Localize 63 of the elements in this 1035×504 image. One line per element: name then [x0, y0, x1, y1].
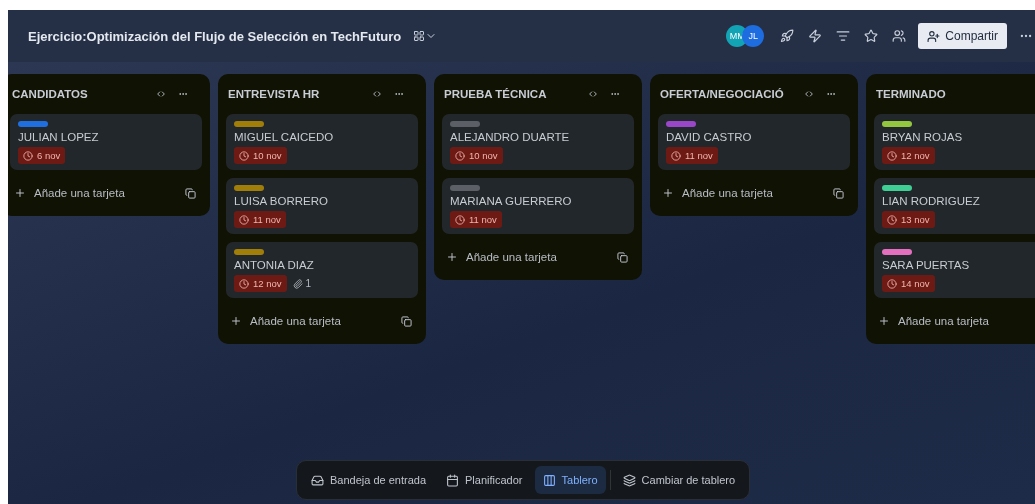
due-date-badge: 14 nov — [882, 275, 935, 292]
add-card-button[interactable]: Añade una tarjeta — [662, 187, 831, 199]
card-title: LIAN RODRIGUEZ — [882, 195, 981, 207]
due-date-badge: 6 nov — [18, 147, 66, 164]
card-title: LUISA BORRERO — [234, 195, 329, 207]
card-title: BRYAN ROJAS — [882, 131, 964, 143]
calendar-icon — [446, 473, 460, 487]
due-date-badge: 10 nov — [450, 147, 503, 164]
due-date-badge: 11 nov — [666, 147, 718, 164]
nav-tab[interactable]: Tablero — [534, 466, 606, 494]
add-user-icon — [927, 29, 941, 43]
task-card[interactable]: LUISA BORRERO 11 nov — [226, 178, 418, 234]
card-title: MARIANA GUERRERO — [450, 195, 573, 207]
due-date-badge: 11 nov — [234, 211, 286, 228]
nav-tab[interactable]: Planificador — [438, 466, 531, 494]
template-icon[interactable] — [831, 185, 846, 201]
card-title: ALEJANDRO DUARTE — [450, 131, 571, 143]
plus-icon — [14, 187, 26, 199]
list-title: TERMINADO — [876, 88, 947, 100]
add-card-button[interactable]: Añade una tarjeta — [14, 187, 183, 199]
due-date-badge: 11 nov — [450, 211, 502, 228]
task-card[interactable]: DAVID CASTRO 11 nov — [658, 114, 850, 170]
due-date-badge: 12 nov — [882, 147, 935, 164]
list-title: ENTREVISTA HR — [228, 88, 321, 100]
add-card-button[interactable]: Añade una tarjeta — [878, 315, 1035, 327]
attachment-count: 1 — [292, 278, 312, 289]
task-card[interactable]: ANTONIA DIAZ 12 nov 1 — [226, 242, 418, 298]
layers-icon — [622, 473, 636, 487]
task-card[interactable]: MIGUEL CAICEDO 10 nov — [226, 114, 418, 170]
task-card[interactable]: ALEJANDRO DUARTE 10 nov — [442, 114, 634, 170]
share-button[interactable]: Compartir — [918, 23, 1007, 49]
board-title: Ejercicio:Optimización del Flujo de Selección en TechFuturo — [28, 28, 402, 44]
grid-icon — [413, 30, 426, 42]
add-card-button[interactable]: Añade una tarjeta — [446, 251, 615, 263]
due-date-badge: 12 nov — [234, 275, 287, 292]
task-card[interactable]: BRYAN ROJAS 12 nov — [874, 114, 1035, 170]
card-title: ANTONIA DIAZ — [234, 259, 315, 271]
due-date-badge: 10 nov — [234, 147, 287, 164]
add-card-button[interactable]: Añade una tarjeta — [230, 315, 399, 327]
card-title: SARA PUERTAS — [882, 259, 971, 271]
template-icon[interactable] — [615, 249, 630, 265]
task-card[interactable]: LIAN RODRIGUEZ 13 nov — [874, 178, 1035, 234]
task-card[interactable]: JULIAN LOPEZ 6 nov — [10, 114, 202, 170]
plus-icon — [230, 315, 242, 327]
plus-icon — [662, 187, 674, 199]
card-title: MIGUEL CAICEDO — [234, 131, 335, 143]
template-icon[interactable] — [183, 185, 198, 201]
nav-tab[interactable]: Cambiar de tablero — [614, 466, 744, 494]
template-icon[interactable] — [399, 313, 414, 329]
plus-icon — [878, 315, 890, 327]
columns-icon — [542, 473, 556, 487]
plus-icon — [446, 251, 458, 263]
card-title: DAVID CASTRO — [666, 131, 753, 143]
task-card[interactable]: SARA PUERTAS 14 nov — [874, 242, 1035, 298]
member-avatar[interactable]: JL — [742, 25, 765, 47]
card-title: JULIAN LOPEZ — [18, 131, 100, 143]
inbox-icon — [311, 473, 324, 487]
nav-tab[interactable]: Bandeja de entrada — [303, 466, 435, 494]
list-title: PRUEBA TÉCNICA — [444, 88, 548, 100]
due-date-badge: 13 nov — [882, 211, 935, 228]
list-title: CANDIDATOS — [12, 88, 89, 100]
list-title: OFERTA/NEGOCIACIÓ — [660, 88, 785, 100]
task-card[interactable]: MARIANA GUERRERO 11 nov — [442, 178, 634, 234]
